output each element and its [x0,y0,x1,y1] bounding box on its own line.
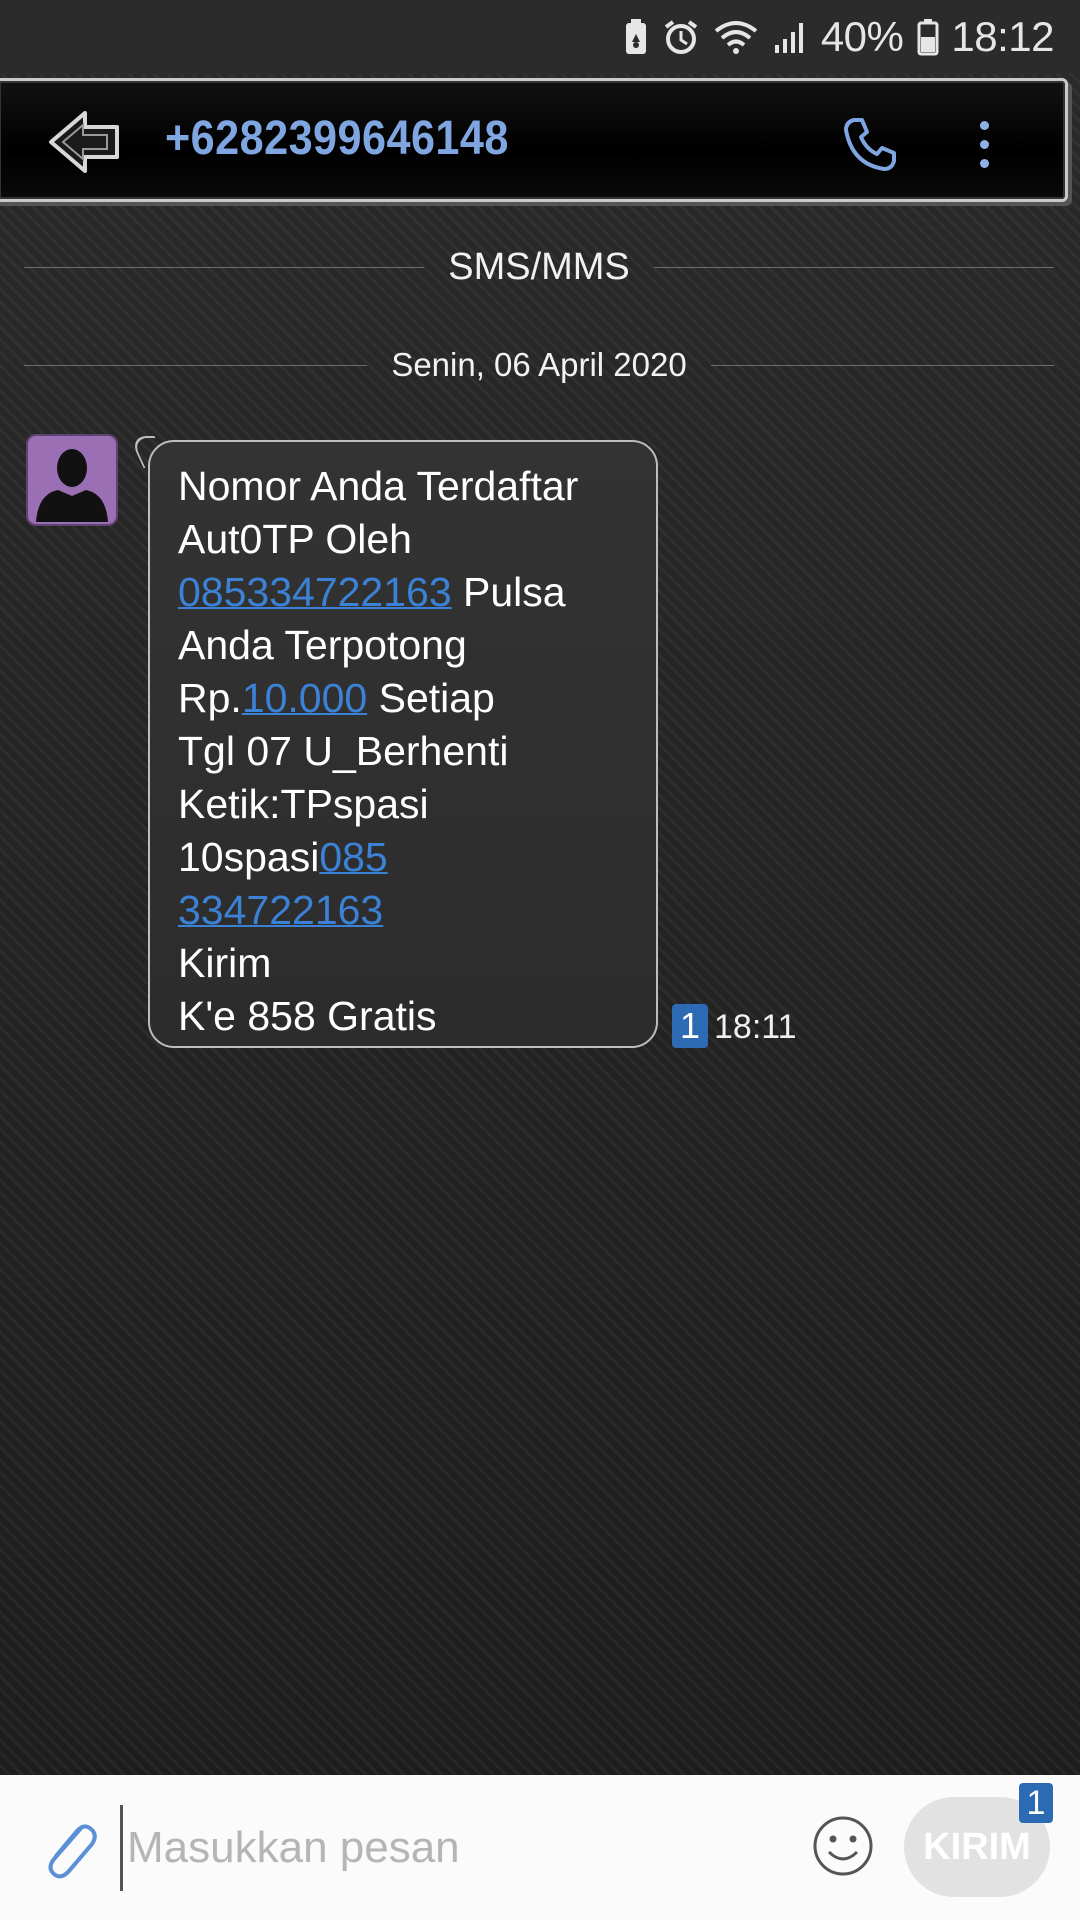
message-text: Setiap [367,675,495,721]
message-input[interactable] [120,1805,789,1891]
emoji-icon [813,1816,873,1876]
sim-badge: 1 [672,1004,708,1048]
message-body: Nomor Anda Terdaftar Aut0TP Oleh 085334722… [178,460,630,1043]
message-text: Tgl 07 U_Berhenti [178,728,509,774]
wifi-icon [713,19,759,55]
date-divider: Senin, 06 April 2020 [24,346,1055,384]
send-sim-badge: 1 [1019,1783,1053,1823]
message-link[interactable]: 10.000 [242,675,367,721]
messaging-screen: 40% 18:12 +6282399646148 SMS/MMS Senin, … [0,0,1080,1920]
message-type-label: SMS/MMS [448,246,630,288]
message-text: Ketik:TPspasi [178,781,429,827]
message-line: K'e 858 Gratis [178,990,630,1043]
message-text: Nomor Anda Terdaftar [178,463,579,509]
back-button[interactable] [43,107,127,177]
battery-icon [917,18,939,56]
status-time: 18:12 [951,13,1054,60]
message-line: 085334722163 Pulsa [178,566,630,619]
message-text: Rp. [178,675,242,721]
conversation-header: +6282399646148 [0,78,1068,202]
message-line: Rp.10.000 Setiap [178,672,630,725]
status-bar: 40% 18:12 [0,0,1080,74]
emoji-button[interactable] [808,1811,878,1881]
contact-number: +6282399646148 [165,112,509,165]
paperclip-icon [48,1824,97,1879]
phone-icon [844,118,896,171]
contact-avatar[interactable] [26,434,118,526]
message-text: Aut0TP Oleh [178,516,412,562]
message-line: 334722163 [178,884,630,937]
date-label: Senin, 06 April 2020 [391,346,687,383]
message-line: Nomor Anda Terdaftar [178,460,630,513]
battery-percent: 40% [820,13,904,60]
call-button[interactable] [835,109,905,179]
more-options-button[interactable] [959,109,1009,179]
back-arrow-icon [49,111,119,173]
message-line: Anda Terpotong [178,619,630,672]
message-line: Ketik:TPspasi [178,778,630,831]
message-text: K'e 858 Gratis [178,993,437,1039]
signal-icon [773,19,809,55]
attach-button[interactable] [34,1809,106,1889]
message-timestamp: 18:11 [714,1008,797,1046]
message-line: Aut0TP Oleh [178,513,630,566]
message-text: Anda Terpotong [178,622,467,668]
message-type-divider: SMS/MMS [24,246,1054,289]
message-link[interactable]: 085 [319,834,387,880]
person-silhouette-icon [36,449,108,522]
battery-saver-icon [623,18,649,56]
received-message-bubble[interactable]: Nomor Anda Terdaftar Aut0TP Oleh 085334722… [148,440,658,1048]
message-line: 10spasi085 [178,831,630,884]
message-text: Kirim [178,940,272,986]
message-line: Tgl 07 U_Berhenti [178,725,630,778]
alarm-icon [663,19,699,55]
message-text: Pulsa [451,569,566,615]
message-link[interactable]: 085334722163 [178,569,452,615]
message-line: Kirim [178,937,630,990]
more-vert-icon [979,120,989,130]
message-text: 10spasi [178,834,320,880]
composer-bar: KIRIM 1 [0,1775,1080,1920]
message-link[interactable]: 334722163 [178,887,383,933]
